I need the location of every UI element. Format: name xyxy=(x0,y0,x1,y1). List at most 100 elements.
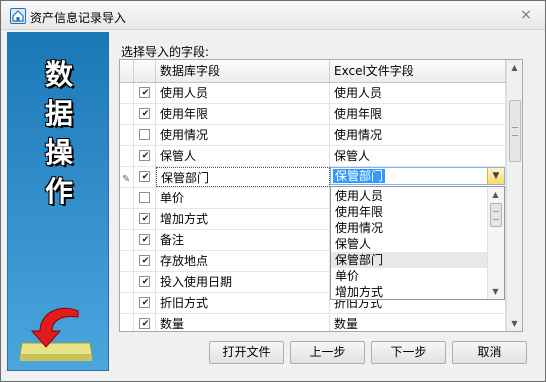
table-row[interactable]: 使用人员 使用人员 xyxy=(120,83,506,104)
row-checkbox-cell[interactable] xyxy=(134,125,156,145)
row-indicator xyxy=(120,83,134,103)
db-field-cell: 保管部门 xyxy=(156,167,330,187)
db-field-cell: 备注 xyxy=(156,230,330,250)
row-indicator xyxy=(120,146,134,166)
db-field-cell: 折旧方式 xyxy=(156,293,330,313)
window-title: 资产信息记录导入 xyxy=(30,11,127,25)
row-checkbox-cell[interactable] xyxy=(134,104,156,124)
db-field-cell: 存放地点 xyxy=(156,251,330,271)
grid-scrollbar[interactable]: ▲ ▼ xyxy=(506,60,522,331)
dropdown-option[interactable]: 增加方式 xyxy=(331,284,488,299)
row-checkbox-cell[interactable] xyxy=(134,251,156,271)
row-checkbox-cell[interactable] xyxy=(134,293,156,313)
row-checkbox-cell[interactable] xyxy=(134,146,156,166)
banner-char: 作 xyxy=(44,175,73,208)
dropdown-arrow-icon[interactable]: ▼ xyxy=(487,168,504,184)
row-indicator xyxy=(120,230,134,250)
row-indicator xyxy=(120,188,134,208)
app-icon xyxy=(10,8,26,24)
checkbox[interactable] xyxy=(139,234,151,245)
scroll-up-icon[interactable]: ▲ xyxy=(507,60,522,75)
checkbox[interactable] xyxy=(139,87,151,98)
excel-field-combobox[interactable]: 保管部门 ▼ xyxy=(330,167,505,185)
header-db-field[interactable]: 数据库字段 xyxy=(156,60,330,82)
next-step-button[interactable]: 下一步 xyxy=(371,341,446,364)
close-icon[interactable]: × xyxy=(519,8,533,22)
excel-field-cell[interactable]: 使用年限 xyxy=(330,104,506,124)
db-field-cell: 增加方式 xyxy=(156,209,330,229)
db-field-cell: 使用年限 xyxy=(156,104,330,124)
checkbox[interactable] xyxy=(139,318,151,329)
excel-field-cell[interactable]: 保管人 xyxy=(330,146,506,166)
row-indicator xyxy=(120,272,134,292)
checkbox[interactable] xyxy=(139,276,151,287)
db-field-cell: 使用人员 xyxy=(156,83,330,103)
dropdown-option[interactable]: 使用情况 xyxy=(331,220,488,236)
scroll-up-icon[interactable]: ▲ xyxy=(488,187,503,202)
combo-selected-text[interactable]: 保管部门 xyxy=(333,169,386,183)
combo-dropdown-list[interactable]: 使用人员 使用年限 使用情况 保管人 保管部门 单价 增加方式 ▲ ▼ xyxy=(330,186,505,300)
section-label: 选择导入的字段: xyxy=(121,45,210,59)
dropdown-option[interactable]: 使用人员 xyxy=(331,188,488,204)
dropdown-option[interactable]: 使用年限 xyxy=(331,204,488,220)
checkbox[interactable] xyxy=(139,150,151,161)
header-check xyxy=(134,60,156,82)
scroll-thumb[interactable] xyxy=(490,203,502,227)
db-field-cell: 保管人 xyxy=(156,146,330,166)
scroll-thumb[interactable] xyxy=(509,100,521,162)
excel-field-cell[interactable]: 使用情况 xyxy=(330,125,506,145)
title-bar: 资产信息记录导入 × xyxy=(1,1,545,30)
prev-step-button[interactable]: 上一步 xyxy=(290,341,365,364)
row-checkbox-cell[interactable] xyxy=(134,188,156,208)
db-field-cell: 使用情况 xyxy=(156,125,330,145)
grid-header: 数据库字段 Excel文件字段 xyxy=(120,60,506,83)
open-file-button[interactable]: 打开文件 xyxy=(209,341,284,364)
row-indicator: ✎ xyxy=(120,167,134,187)
dropdown-option-highlighted[interactable]: 保管部门 xyxy=(331,252,488,268)
scroll-down-icon[interactable]: ▼ xyxy=(488,284,503,299)
checkbox[interactable] xyxy=(139,255,151,266)
dropdown-option[interactable]: 单价 xyxy=(331,268,488,284)
checkbox[interactable] xyxy=(139,213,151,224)
db-field-cell: 投入使用日期 xyxy=(156,272,330,292)
import-dialog: 资产信息记录导入 × 数 据 操 作 选择导入的字段: 数据库字段 Excel文… xyxy=(0,0,546,382)
row-indicator xyxy=(120,125,134,145)
banner-text: 数 据 操 作 xyxy=(32,55,86,211)
checkbox[interactable] xyxy=(139,297,151,308)
grip-icon xyxy=(512,127,518,136)
banner-char: 操 xyxy=(44,136,73,169)
table-row[interactable]: 使用年限 使用年限 xyxy=(120,104,506,125)
excel-field-cell[interactable]: 使用人员 xyxy=(330,83,506,103)
row-indicator xyxy=(120,314,134,331)
row-indicator xyxy=(120,293,134,313)
left-banner: 数 据 操 作 xyxy=(7,32,109,371)
scroll-down-icon[interactable]: ▼ xyxy=(507,316,522,331)
dropdown-scrollbar[interactable]: ▲ ▼ xyxy=(487,187,504,299)
table-row[interactable]: 使用情况 使用情况 xyxy=(120,125,506,146)
checkbox[interactable] xyxy=(139,192,150,203)
row-checkbox-cell[interactable] xyxy=(134,209,156,229)
row-checkbox-cell[interactable] xyxy=(134,314,156,331)
excel-field-cell[interactable]: 数量 xyxy=(330,314,506,331)
row-indicator xyxy=(120,251,134,271)
row-checkbox-cell[interactable] xyxy=(134,272,156,292)
row-checkbox-cell[interactable] xyxy=(134,230,156,250)
dropdown-option[interactable]: 保管人 xyxy=(331,236,488,252)
checkbox[interactable] xyxy=(139,129,150,140)
banner-char: 数 xyxy=(44,58,73,91)
checkbox[interactable] xyxy=(139,171,151,182)
row-checkbox-cell[interactable] xyxy=(134,167,156,187)
import-arrow-icon xyxy=(18,303,96,363)
table-row[interactable]: 保管人 保管人 xyxy=(120,146,506,167)
row-checkbox-cell[interactable] xyxy=(134,83,156,103)
banner-char: 据 xyxy=(44,97,73,130)
header-indicator xyxy=(120,60,134,82)
edit-pencil-icon: ✎ xyxy=(122,174,131,185)
table-row[interactable]: 数量 数量 xyxy=(120,314,506,331)
header-excel-field[interactable]: Excel文件字段 xyxy=(330,60,506,82)
db-field-cell: 单价 xyxy=(156,188,330,208)
cancel-button[interactable]: 取消 xyxy=(452,341,527,364)
checkbox[interactable] xyxy=(139,108,151,119)
db-field-cell: 数量 xyxy=(156,314,330,331)
grip-icon xyxy=(493,211,499,220)
